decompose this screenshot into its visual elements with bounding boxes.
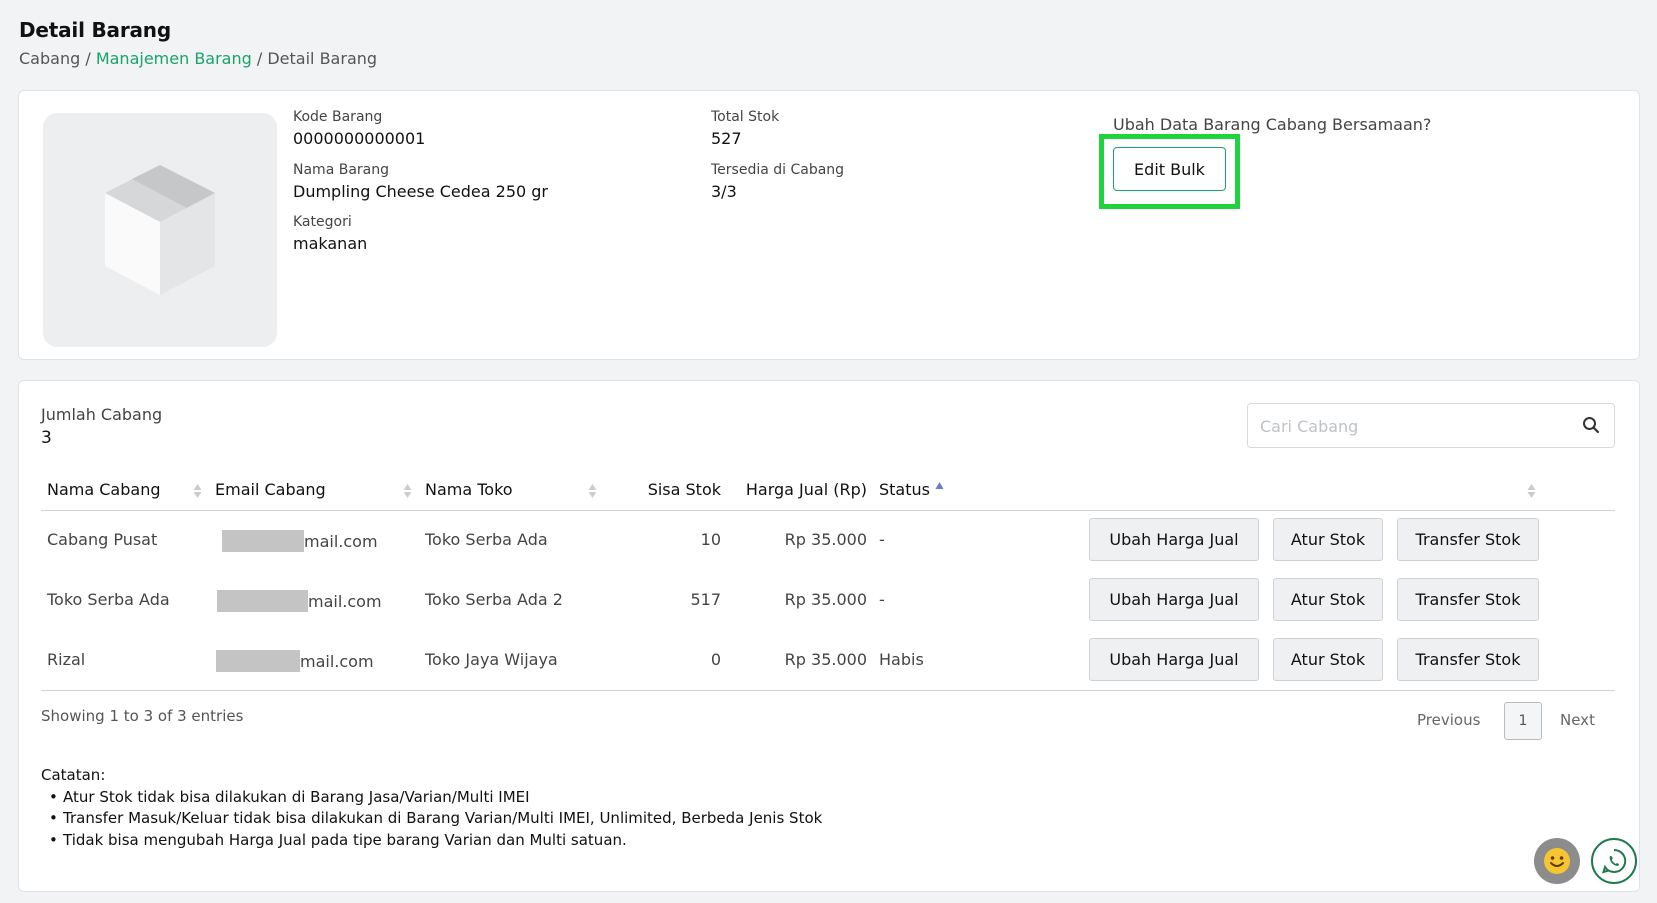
breadcrumb-separator: / (85, 49, 91, 68)
transfer-stok-button[interactable]: Transfer Stok (1397, 578, 1539, 621)
page-header: Detail Barang Cabang / Manajemen Barang … (19, 18, 377, 68)
sort-both-icon[interactable] (403, 483, 412, 499)
total-stock-value: 527 (711, 129, 742, 148)
transfer-stok-button[interactable]: Transfer Stok (1397, 518, 1539, 561)
cell-branch-email: mail.com (217, 590, 382, 612)
box-placeholder-icon (105, 165, 215, 295)
email-suffix: mail.com (300, 652, 374, 671)
available-label: Tersedia di Cabang (711, 162, 845, 178)
note-item: Transfer Masuk/Keluar tidak bisa dilakuk… (49, 808, 822, 830)
entries-info: Showing 1 to 3 of 3 entries (41, 707, 244, 725)
sort-asc-icon[interactable] (935, 481, 944, 491)
available-in-branch: Tersedia di Cabang 3/3 (711, 162, 844, 201)
branch-search (1247, 403, 1615, 448)
branch-search-input[interactable] (1260, 414, 1560, 438)
cell-price: Rp 35.000 (784, 530, 867, 549)
table-row: Toko Serba Ada mail.com Toko Serba Ada 2… (41, 571, 1615, 631)
atur-stok-button[interactable]: Atur Stok (1273, 518, 1383, 561)
product-detail-card: Kode Barang 0000000000001 Nama Barang Du… (18, 90, 1640, 360)
product-name-label: Nama Barang (293, 162, 389, 178)
pagination-next[interactable]: Next (1560, 711, 1595, 729)
notes-title: Catatan: (41, 766, 106, 784)
product-name-value: Dumpling Cheese Cedea 250 gr (293, 182, 549, 201)
product-code: Kode Barang 0000000000001 (293, 109, 425, 148)
cell-status: Habis (879, 650, 924, 669)
cell-branch-email: mail.com (222, 530, 378, 552)
bulk-edit-question: Ubah Data Barang Cabang Bersamaan? (1113, 115, 1432, 134)
ubah-harga-jual-button[interactable]: Ubah Harga Jual (1089, 578, 1259, 621)
col-nama-cabang[interactable]: Nama Cabang (47, 480, 160, 499)
cell-price: Rp 35.000 (784, 650, 867, 669)
breadcrumb-separator: / (256, 49, 263, 68)
cell-stock: 517 (690, 590, 721, 609)
cell-stock: 10 (700, 530, 721, 549)
table-header: Nama Cabang Email Cabang Nama Toko Sisa … (41, 471, 1615, 511)
pagination-previous[interactable]: Previous (1417, 711, 1480, 729)
cell-status: - (879, 530, 885, 549)
cell-branch-name: Toko Serba Ada (47, 590, 170, 609)
breadcrumb-current: Detail Barang (267, 49, 378, 68)
product-code-value: 0000000000001 (293, 129, 426, 148)
cell-price: Rp 35.000 (784, 590, 867, 609)
table-row: Cabang Pusat mail.com Toko Serba Ada 10 … (41, 511, 1615, 571)
search-icon[interactable] (1582, 416, 1600, 434)
col-email-cabang[interactable]: Email Cabang (215, 480, 326, 499)
atur-stok-button[interactable]: Atur Stok (1273, 638, 1383, 681)
product-name: Nama Barang Dumpling Cheese Cedea 250 gr (293, 162, 548, 201)
product-image (43, 113, 277, 347)
redacted-email (222, 530, 304, 552)
breadcrumb-manajemen-barang[interactable]: Manajemen Barang (96, 49, 252, 68)
total-stock-label: Total Stok (711, 109, 780, 125)
cell-branch-name: Cabang Pusat (47, 530, 158, 549)
cell-store-name: Toko Jaya Wijaya (425, 650, 558, 669)
sort-both-icon[interactable] (1527, 483, 1536, 499)
redacted-email (216, 650, 300, 672)
branch-table: Nama Cabang Email Cabang Nama Toko Sisa … (41, 471, 1615, 691)
breadcrumb-cabang[interactable]: Cabang (19, 49, 80, 68)
whatsapp-button[interactable] (1591, 838, 1637, 884)
product-category-label: Kategori (293, 214, 352, 230)
cell-branch-name: Rizal (47, 650, 86, 669)
note-item: Tidak bisa mengubah Harga Jual pada tipe… (49, 830, 822, 852)
product-category: Kategori makanan (293, 214, 367, 253)
cell-stock: 0 (710, 650, 721, 669)
product-code-label: Kode Barang (293, 109, 383, 125)
cell-store-name: Toko Serba Ada (425, 530, 548, 549)
product-category-value: makanan (293, 234, 368, 253)
pagination-page[interactable]: 1 (1504, 702, 1542, 740)
sort-both-icon[interactable] (193, 483, 202, 499)
page-title: Detail Barang (19, 18, 171, 42)
cell-store-name: Toko Serba Ada 2 (425, 590, 563, 609)
sort-both-icon[interactable] (588, 483, 597, 499)
transfer-stok-button[interactable]: Transfer Stok (1397, 638, 1539, 681)
notes-list: Atur Stok tidak bisa dilakukan di Barang… (49, 787, 822, 852)
edit-bulk-button[interactable]: Edit Bulk (1113, 147, 1226, 191)
total-stock: Total Stok 527 (711, 109, 779, 148)
branch-count-value: 3 (41, 428, 52, 448)
smiley-icon (1544, 848, 1570, 874)
branch-list-card: Jumlah Cabang 3 Nama Cabang Email Cabang… (18, 380, 1640, 892)
email-suffix: mail.com (308, 592, 382, 611)
notes: Catatan: Atur Stok tidak bisa dilakukan … (41, 765, 822, 851)
ubah-harga-jual-button[interactable]: Ubah Harga Jual (1089, 518, 1259, 561)
cell-branch-email: mail.com (216, 650, 374, 672)
col-harga-jual[interactable]: Harga Jual (Rp) (731, 480, 867, 499)
smiley-button[interactable] (1534, 838, 1580, 884)
whatsapp-icon (1602, 848, 1627, 874)
email-suffix: mail.com (304, 532, 378, 551)
breadcrumb: Cabang / Manajemen Barang / Detail Baran… (19, 49, 377, 68)
table-row: Rizal mail.com Toko Jaya Wijaya 0 Rp 35.… (41, 631, 1615, 691)
redacted-email (217, 590, 308, 612)
atur-stok-button[interactable]: Atur Stok (1273, 578, 1383, 621)
col-status[interactable]: Status (879, 480, 930, 499)
col-sisa-stok[interactable]: Sisa Stok (627, 480, 721, 499)
col-nama-toko[interactable]: Nama Toko (425, 480, 513, 499)
available-value: 3/3 (711, 182, 737, 201)
ubah-harga-jual-button[interactable]: Ubah Harga Jual (1089, 638, 1259, 681)
note-item: Atur Stok tidak bisa dilakukan di Barang… (49, 787, 822, 809)
branch-count-label: Jumlah Cabang (41, 405, 163, 424)
cell-status: - (879, 590, 885, 609)
